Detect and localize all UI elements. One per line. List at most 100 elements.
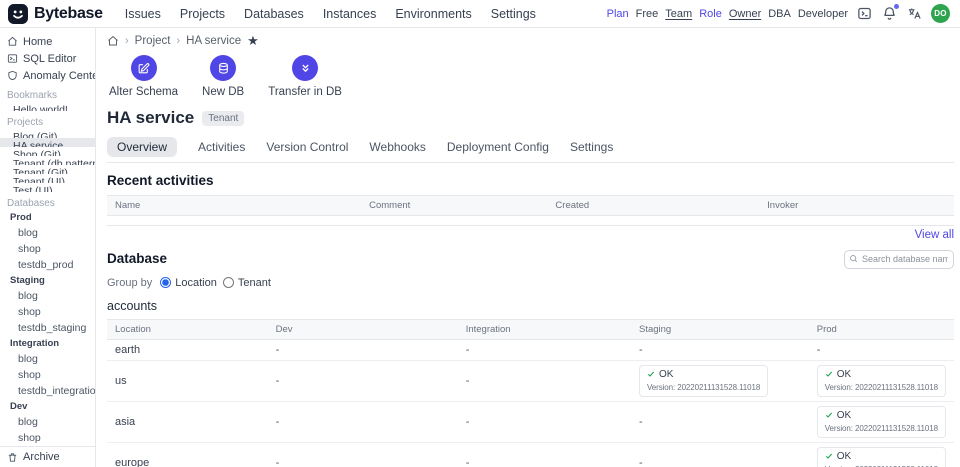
bytebase-logo[interactable]: Bytebase [8,4,103,24]
group-by-location-radio[interactable] [160,277,171,288]
status-ok-label: OK [837,369,851,380]
view-all-link[interactable]: View all [107,229,954,241]
quick-actions: Alter Schema New DB Transfer in DB [109,55,954,98]
sidebar-item-home[interactable]: Home [0,33,95,50]
plan-option-team[interactable]: Team [665,8,692,20]
new-db-button[interactable]: New DB [202,55,244,98]
col-header-location: Location [107,319,268,339]
user-avatar[interactable]: DO [931,4,950,23]
staging-cell: - [631,442,809,467]
dev-cell: - [268,360,458,401]
transfer-in-db-button[interactable]: Transfer in DB [268,55,342,98]
tab-webhooks[interactable]: Webhooks [369,137,425,157]
plan-label: Plan [607,8,629,20]
group-by-label: Group by [107,277,152,289]
bookmark-item-hello-world[interactable]: Hello world! [0,102,95,111]
nav-item-databases[interactable]: Databases [244,7,304,21]
plan-option-free[interactable]: Free [636,8,659,20]
tab-settings[interactable]: Settings [570,137,613,157]
database-title: Database [107,251,167,266]
status-ok-label: OK [659,369,673,380]
projects-section-label: Projects [0,111,95,129]
env-group-dev: Dev [0,399,95,414]
version-label: Version: 20220211131528.11018 [825,383,938,392]
project-item-tenant-ui[interactable]: Tenant (UI) [0,174,95,183]
sidebar-item-sql-editor[interactable]: SQL Editor [0,50,95,67]
empty-activities-row [107,216,954,226]
staging-cell: OK Version: 20220211131528.11018 [631,360,809,401]
nav-item-issues[interactable]: Issues [125,7,161,21]
favorite-star-icon[interactable]: ★ [247,36,259,46]
group-by-tenant-label[interactable]: Tenant [238,277,271,289]
db-item[interactable]: shop [0,367,95,383]
db-item[interactable]: shop [0,304,95,320]
prod-cell: OK Version: 20220211131528.11018 [809,360,954,401]
col-header-staging: Staging [631,319,809,339]
group-by-location-label[interactable]: Location [175,277,217,289]
project-item-blog-git[interactable]: Blog (Git) [0,129,95,138]
db-status-card[interactable]: OK Version: 20220211131528.11018 [639,365,768,397]
nav-item-environments[interactable]: Environments [395,7,471,21]
db-status-card[interactable]: OK Version: 20220211131528.11018 [817,406,946,438]
breadcrumb-ha-service[interactable]: HA service [186,35,241,47]
nav-item-projects[interactable]: Projects [180,7,225,21]
search-input[interactable] [844,250,954,269]
project-item-tenant-git[interactable]: Tenant (Git) [0,165,95,174]
db-item[interactable]: blog [0,225,95,241]
col-header-name: Name [107,196,361,216]
translate-icon[interactable] [906,5,923,22]
nav-item-settings[interactable]: Settings [491,7,536,21]
db-item[interactable]: blog [0,288,95,304]
notifications-bell-icon[interactable] [881,5,898,22]
sidebar-item-anomaly-center[interactable]: Anomaly Center [0,67,95,84]
tab-activities[interactable]: Activities [198,137,245,157]
prod-cell: OK Version: 20220211131528.11018 [809,401,954,442]
db-status-card[interactable]: OK Version: 20220211131528.11018 [817,447,946,467]
project-item-test-ui[interactable]: Test (UI) [0,183,95,192]
project-tabs: Overview Activities Version Control Webh… [107,137,954,163]
env-group-integration: Integration [0,336,95,351]
console-icon[interactable] [856,5,873,22]
tab-deployment-config[interactable]: Deployment Config [447,137,549,157]
role-option-dba[interactable]: DBA [768,8,791,20]
table-row-europe: europe - - - OK Version: 20220211131528.… [107,442,954,467]
db-item[interactable]: testdb_staging [0,320,95,336]
new-db-label: New DB [202,86,244,98]
bytebase-logo-icon [8,4,28,24]
home-icon [7,36,18,47]
db-item[interactable]: blog [0,351,95,367]
group-by-tenant-radio[interactable] [223,277,234,288]
db-item[interactable]: testdb_prod [0,257,95,273]
tab-version-control[interactable]: Version Control [266,137,348,157]
sidebar-item-archive[interactable]: Archive [0,446,95,467]
project-item-ha-service[interactable]: HA service [0,138,95,147]
prod-cell: - [809,339,954,360]
breadcrumb-home-icon[interactable] [107,35,119,47]
col-header-integration: Integration [458,319,631,339]
tenant-badge: Tenant [202,111,244,126]
role-option-developer[interactable]: Developer [798,8,848,20]
db-item[interactable]: shop [0,430,95,446]
db-item[interactable]: shop [0,241,95,257]
trash-icon [7,452,18,463]
check-icon [825,411,833,419]
alter-schema-button[interactable]: Alter Schema [109,55,178,98]
location-cell: asia [107,401,268,442]
database-icon [217,62,230,75]
status-ok-label: OK [837,410,851,421]
nav-item-instances[interactable]: Instances [323,7,377,21]
location-cell: europe [107,442,268,467]
integration-cell: - [458,442,631,467]
db-item[interactable]: blog [0,414,95,430]
breadcrumb-project[interactable]: Project [135,35,171,47]
db-status-card[interactable]: OK Version: 20220211131528.11018 [817,365,946,397]
db-item[interactable]: testdb_integration [0,383,95,399]
tab-overview[interactable]: Overview [107,137,177,157]
role-option-owner[interactable]: Owner [729,8,761,20]
table-row-earth: earth - - - - [107,339,954,360]
dev-cell: - [268,401,458,442]
breadcrumb-separator: › [125,35,129,47]
project-item-shop-git[interactable]: Shop (Git) [0,147,95,156]
project-item-tenant-db-pattern[interactable]: Tenant (db pattern) [0,156,95,165]
main-content: › Project › HA service ★ Alter Schema [96,28,960,467]
